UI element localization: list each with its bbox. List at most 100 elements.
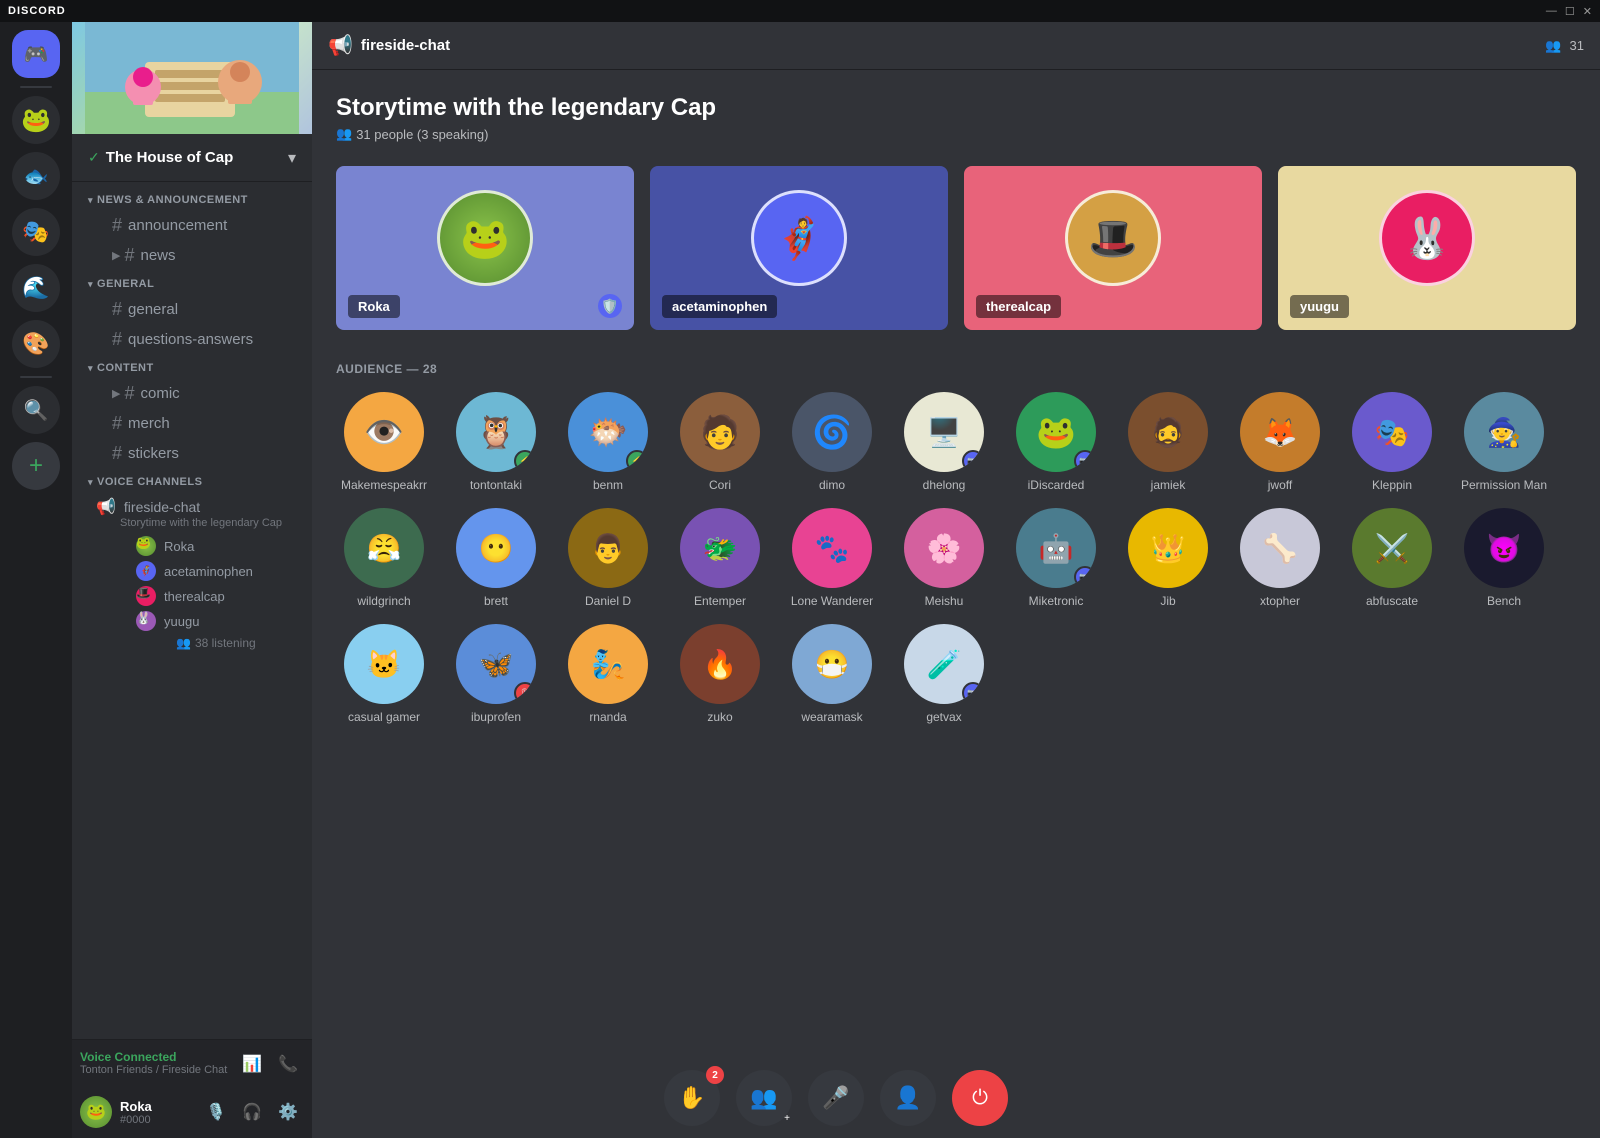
- list-item[interactable]: 👁️ Makemespeakrr: [336, 392, 432, 492]
- category-voice-header[interactable]: ▾ VOICE CHANNELS: [72, 472, 312, 492]
- mic-badge: 🎙: [514, 682, 536, 704]
- speaker-card-yuugu[interactable]: 🐰 yuugu: [1278, 166, 1576, 330]
- maximize-btn[interactable]: ☐: [1565, 5, 1575, 18]
- list-item[interactable]: 🦉 ⚡ tontontaki: [448, 392, 544, 492]
- voice-user-yuugu[interactable]: 🐰 yuugu: [128, 609, 304, 633]
- channel-comic[interactable]: ▶ # comic: [80, 379, 304, 408]
- server-header[interactable]: ✓ The House of Cap ▾: [72, 134, 312, 182]
- channel-stickers[interactable]: # stickers: [80, 439, 304, 468]
- speaker-card-roka[interactable]: 🐸 Roka 🛡️: [336, 166, 634, 330]
- audience-avatar-entemper: 🐲: [680, 508, 760, 588]
- stage-title: Storytime with the legendary Cap: [336, 94, 1576, 122]
- list-item[interactable]: 🐡 ⚡ benm: [560, 392, 656, 492]
- list-item[interactable]: 🧔 jamiek: [1120, 392, 1216, 492]
- user-settings-btn[interactable]: ⚙️: [272, 1096, 304, 1128]
- voice-user-roka[interactable]: 🐸 Roka: [128, 534, 304, 558]
- invite-button[interactable]: 👥 +: [736, 1070, 792, 1126]
- list-item[interactable]: 👑 Jib: [1120, 508, 1216, 608]
- list-item[interactable]: 😶 brett: [448, 508, 544, 608]
- list-item[interactable]: 🌸 Meishu: [896, 508, 992, 608]
- collapse-icon: ▶: [112, 387, 120, 400]
- list-item[interactable]: 🐸 📷 iDiscarded: [1008, 392, 1104, 492]
- voice-disconnect-btn[interactable]: 📞: [272, 1048, 304, 1080]
- list-item[interactable]: 🦋 🎙 ibuprofen: [448, 624, 544, 724]
- audience-name-daniel-d: Daniel D: [585, 594, 631, 608]
- category-content: ▾ CONTENT ▶ # comic # merch # stickers: [72, 358, 312, 468]
- channel-comic-label: comic: [140, 385, 179, 402]
- voice-user-acetaminophen[interactable]: 🦸 acetaminophen: [128, 559, 304, 583]
- category-news: ▾ NEWS & ANNOUNCEMENT # announcement ▶ #…: [72, 190, 312, 270]
- list-item[interactable]: 🧙 Permission Man: [1456, 392, 1552, 492]
- channel-announcement[interactable]: # announcement: [80, 211, 304, 240]
- window-controls[interactable]: — ☐ ✕: [1546, 5, 1592, 18]
- list-item[interactable]: 🐱 casual gamer: [336, 624, 432, 724]
- raise-hand-button[interactable]: ✋ 2: [664, 1070, 720, 1126]
- list-item[interactable]: 🦊 jwoff: [1232, 392, 1328, 492]
- list-item[interactable]: 🧑 Cori: [672, 392, 768, 492]
- server-banner: [72, 22, 312, 134]
- audience-grid: 👁️ Makemespeakrr 🦉 ⚡ tontontaki 🐡 ⚡: [336, 392, 1576, 724]
- voice-channel-fireside-chat[interactable]: 📢 fireside-chat Storytime with the legen…: [80, 493, 304, 533]
- server-divider: [20, 86, 52, 88]
- list-item[interactable]: 🐲 Entemper: [672, 508, 768, 608]
- search-icon-btn[interactable]: 🔍: [12, 386, 60, 434]
- server-icon-4[interactable]: 🌊: [12, 264, 60, 312]
- list-item[interactable]: 🤖 📷 Miketronic: [1008, 508, 1104, 608]
- channel-general[interactable]: # general: [80, 295, 304, 324]
- audience-avatar-tontontaki: 🦉 ⚡: [456, 392, 536, 472]
- user-info: Roka #0000: [120, 1099, 196, 1126]
- channel-qa-label: questions-answers: [128, 331, 253, 348]
- server-icon-3[interactable]: 🎭: [12, 208, 60, 256]
- audience-name-makemespeakrr: Makemespeakrr: [341, 478, 427, 492]
- speaker-card-acetaminophen[interactable]: 🦸 acetaminophen: [650, 166, 948, 330]
- voice-user-therealcap[interactable]: 🎩 therealcap: [128, 584, 304, 608]
- list-item[interactable]: 🌀 dimo: [784, 392, 880, 492]
- channel-questions-answers[interactable]: # questions-answers: [80, 325, 304, 354]
- add-server-button[interactable]: +: [12, 442, 60, 490]
- list-item[interactable]: 👨 Daniel D: [560, 508, 656, 608]
- hash-icon: #: [112, 413, 122, 434]
- app-brand: DISCORD: [8, 5, 66, 17]
- user-bar-controls[interactable]: 🎙️ 🎧 ⚙️: [200, 1096, 304, 1128]
- list-item[interactable]: 🎭 Kleppin: [1344, 392, 1440, 492]
- deafen-btn[interactable]: 🎧: [236, 1096, 268, 1128]
- audience-name-casual-gamer: casual gamer: [348, 710, 420, 724]
- server-icon-1[interactable]: 🐸: [12, 96, 60, 144]
- server-icon-home[interactable]: 🎮: [12, 30, 60, 78]
- server-icon-5[interactable]: 🎨: [12, 320, 60, 368]
- list-item[interactable]: 😤 wildgrinch: [336, 508, 432, 608]
- server-icon-2[interactable]: 🐟: [12, 152, 60, 200]
- leave-button[interactable]: ⏻: [952, 1070, 1008, 1126]
- mic-button[interactable]: 🎤: [808, 1070, 864, 1126]
- category-news-header[interactable]: ▾ NEWS & ANNOUNCEMENT: [72, 190, 312, 210]
- voice-connected-title: Voice Connected: [80, 1050, 227, 1064]
- add-speaker-button[interactable]: 👤: [880, 1070, 936, 1126]
- channel-news[interactable]: ▶ # news: [80, 241, 304, 270]
- minimize-btn[interactable]: —: [1546, 5, 1557, 18]
- list-item[interactable]: 🔥 zuko: [672, 624, 768, 724]
- channel-stickers-label: stickers: [128, 445, 179, 462]
- voice-controls[interactable]: 📊 📞: [236, 1048, 304, 1080]
- audience-name-meishu: Meishu: [925, 594, 964, 608]
- close-btn[interactable]: ✕: [1583, 5, 1592, 18]
- stage-meta: 👥 31 people (3 speaking): [336, 126, 1576, 142]
- category-general-header[interactable]: ▾ GENERAL: [72, 274, 312, 294]
- list-item[interactable]: 🖥️ 📷 dhelong: [896, 392, 992, 492]
- user-bar: 🐸 Roka #0000 🎙️ 🎧 ⚙️: [72, 1086, 312, 1138]
- list-item[interactable]: 😷 wearamask: [784, 624, 880, 724]
- audience-avatar-miketronic: 🤖 📷: [1016, 508, 1096, 588]
- list-item[interactable]: 🧪 📷 getvax: [896, 624, 992, 724]
- mute-btn[interactable]: 🎙️: [200, 1096, 232, 1128]
- speaker-card-therealcap[interactable]: 🎩 therealcap: [964, 166, 1262, 330]
- audience-avatar-abfuscate: ⚔️: [1352, 508, 1432, 588]
- list-item[interactable]: ⚔️ abfuscate: [1344, 508, 1440, 608]
- list-item[interactable]: 🐾 Lone Wanderer: [784, 508, 880, 608]
- voice-settings-btn[interactable]: 📊: [236, 1048, 268, 1080]
- list-item[interactable]: 🦴 xtopher: [1232, 508, 1328, 608]
- category-content-header[interactable]: ▾ CONTENT: [72, 358, 312, 378]
- channel-merch[interactable]: # merch: [80, 409, 304, 438]
- main-content: 📢 fireside-chat 👥 31 Storytime with the …: [312, 22, 1600, 1138]
- list-item[interactable]: 😈 Bench: [1456, 508, 1552, 608]
- people-icon-meta: 👥: [336, 126, 352, 142]
- list-item[interactable]: 🧞 rnanda: [560, 624, 656, 724]
